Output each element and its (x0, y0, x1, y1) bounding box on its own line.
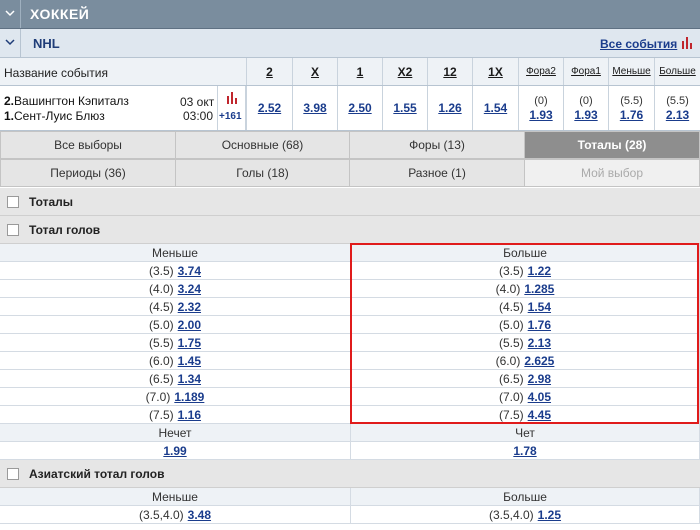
under-odd[interactable]: 2.00 (178, 318, 201, 332)
section-asian-total[interactable]: Азиатский тотал голов (0, 460, 700, 488)
col-under[interactable]: Меньше (612, 66, 650, 77)
sport-title: ХОККЕЙ (30, 6, 90, 22)
odd-label: Нечет (0, 424, 351, 442)
under-odd[interactable]: 3.24 (178, 282, 201, 296)
under-odd[interactable]: 1.45 (178, 354, 201, 368)
under-param: (5.0) (148, 317, 174, 332)
table-row: 1.99 1.78 (0, 442, 700, 460)
odd-1x[interactable]: 1.54 (484, 101, 507, 115)
section-title: Азиатский тотал голов (29, 467, 165, 481)
odd-x[interactable]: 3.98 (303, 101, 326, 115)
under-param: (4.5) (148, 299, 174, 314)
event-row: 2.Вашингтон Кэпиталз 1.Сент-Луис Блюз 03… (0, 86, 700, 131)
odd-value[interactable]: 1.99 (163, 444, 186, 458)
table-row: (3.5,4.0) 3.48 (3.5,4.0) 1.25 (0, 506, 700, 524)
league-title: NHL (33, 36, 60, 51)
odd-over[interactable]: 2.13 (666, 108, 689, 122)
tab-main[interactable]: Основные (68) (175, 131, 350, 159)
over-header: Больше (351, 488, 700, 506)
collapse-toggle[interactable] (0, 0, 21, 28)
under-param: (5.5) (148, 335, 174, 350)
over-odd[interactable]: 1.25 (538, 508, 561, 522)
checkbox-icon[interactable] (7, 196, 19, 208)
highlight-box (350, 243, 699, 424)
col-1[interactable]: 1 (357, 65, 364, 79)
under-param: (6.5) (148, 371, 174, 386)
chevron-down-icon (5, 10, 15, 17)
league-header[interactable]: NHL Все события (0, 29, 700, 58)
statistics-icon[interactable] (226, 92, 238, 104)
under-param: (7.5) (148, 407, 174, 422)
odd-12[interactable]: 1.26 (438, 101, 461, 115)
odd-2[interactable]: 2.52 (258, 101, 281, 115)
chevron-down-icon (5, 39, 15, 46)
section-title: Тотал голов (29, 223, 101, 237)
under-odd[interactable]: 1.189 (174, 390, 204, 404)
section-title: Тоталы (29, 195, 74, 209)
col-x[interactable]: X (311, 65, 319, 79)
fora2-param: (0) (534, 94, 548, 107)
tab-my-choice[interactable]: Мой выбор (524, 159, 700, 187)
over-param: (3.5,4.0) (488, 507, 534, 522)
tab-handicaps[interactable]: Форы (13) (349, 131, 525, 159)
over-param: (5.5) (666, 94, 689, 107)
tab-misc[interactable]: Разное (1) (349, 159, 525, 187)
more-markets-link[interactable]: +161 (219, 111, 242, 122)
odd-x2[interactable]: 1.55 (393, 101, 416, 115)
col-12[interactable]: 12 (443, 65, 456, 79)
team2[interactable]: 1.Сент-Луис Блюз (4, 109, 105, 123)
col-1x[interactable]: 1X (488, 65, 503, 79)
market-tabs: Все выборы Основные (68) Форы (13) Тотал… (0, 131, 700, 187)
odd-under[interactable]: 1.76 (620, 108, 643, 122)
tab-goals[interactable]: Голы (18) (175, 159, 350, 187)
sport-header[interactable]: ХОККЕЙ (0, 0, 700, 29)
all-events-link[interactable]: Все события (600, 37, 677, 51)
even-label: Чет (351, 424, 700, 442)
odd-fora2[interactable]: 1.93 (529, 108, 552, 122)
team1[interactable]: 2.Вашингтон Кэпиталз (4, 94, 129, 108)
asian-total-header: Меньше Больше (0, 488, 700, 506)
under-param: (4.0) (148, 281, 174, 296)
under-odd[interactable]: 2.32 (178, 300, 201, 314)
tab-periods[interactable]: Периоды (36) (0, 159, 176, 187)
event-date: 03 окт (180, 95, 215, 109)
odd-fora1[interactable]: 1.93 (574, 108, 597, 122)
tab-all[interactable]: Все выборы (0, 131, 176, 159)
odds-header-row: Название события 2 X 1 X2 12 1X Фора2 Фо… (0, 58, 700, 86)
under-odd[interactable]: 1.34 (178, 372, 201, 386)
under-header: Меньше (0, 488, 351, 506)
col-2[interactable]: 2 (266, 65, 273, 79)
under-param: (7.0) (145, 389, 171, 404)
under-odd[interactable]: 3.48 (188, 508, 211, 522)
col-x2[interactable]: X2 (398, 65, 413, 79)
section-total-goals[interactable]: Тотал голов (0, 216, 700, 244)
under-param: (5.5) (620, 94, 643, 107)
event-name-label: Название события (4, 66, 108, 80)
statistics-icon[interactable] (681, 37, 693, 49)
under-param: (3.5) (148, 263, 174, 278)
under-param: (6.0) (148, 353, 174, 368)
odd-1[interactable]: 2.50 (348, 101, 371, 115)
under-param: (3.5,4.0) (138, 507, 184, 522)
even-value[interactable]: 1.78 (513, 444, 536, 458)
col-fora1[interactable]: Фора1 (571, 66, 601, 77)
col-fora2[interactable]: Фора2 (526, 66, 556, 77)
checkbox-icon[interactable] (7, 468, 19, 480)
event-stats[interactable]: +161 (217, 86, 246, 130)
fora1-param: (0) (579, 94, 593, 107)
league-collapse-toggle[interactable] (0, 29, 21, 57)
tab-totals[interactable]: Тоталы (28) (524, 131, 700, 159)
under-odd[interactable]: 1.75 (178, 336, 201, 350)
odd-even-header: Нечет Чет (0, 424, 700, 442)
under-odd[interactable]: 1.16 (178, 408, 201, 422)
under-header: Меньше (0, 244, 351, 262)
under-odd[interactable]: 3.74 (178, 264, 201, 278)
section-totals[interactable]: Тоталы (0, 188, 700, 216)
checkbox-icon[interactable] (7, 224, 19, 236)
event-time: 03:00 (183, 109, 214, 123)
col-over[interactable]: Больше (659, 66, 696, 77)
